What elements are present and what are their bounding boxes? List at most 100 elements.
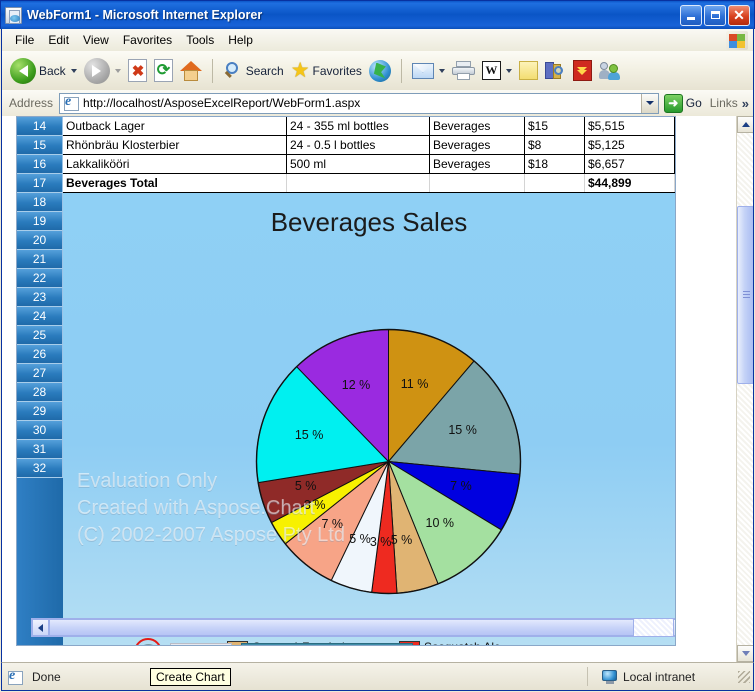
address-input[interactable]: http://localhost/AsposeExcelReport/WebFo… xyxy=(59,92,659,114)
refresh-button[interactable]: ⟳ xyxy=(151,54,176,88)
row-header[interactable]: 30 xyxy=(17,421,63,440)
pie-slice-label: 3 % xyxy=(369,535,392,550)
sheet-tab-products[interactable]: Products xyxy=(170,642,232,645)
table-cell[interactable]: 24 - 0.5 l bottles xyxy=(287,136,430,154)
table-cell[interactable]: Beverages xyxy=(430,117,525,135)
table-cell[interactable]: $5,125 xyxy=(585,136,675,154)
commit-check-icon[interactable]: ✓ xyxy=(67,644,80,646)
links-button[interactable]: Links xyxy=(710,96,738,110)
tooltip-create-chart: Create Chart xyxy=(150,668,231,686)
row-header[interactable]: 29 xyxy=(17,402,63,421)
ie-page-icon xyxy=(63,94,80,111)
menu-item-tools[interactable]: Tools xyxy=(179,31,221,49)
pie-slice-label: 7 % xyxy=(321,517,344,532)
row-header[interactable]: 18 xyxy=(17,193,63,212)
row-header[interactable]: 32 xyxy=(17,459,63,478)
vertical-scroll-thumb[interactable] xyxy=(737,206,753,384)
table-row[interactable]: Rhönbräu Klosterbier 24 - 0.5 l bottles Be… xyxy=(63,136,675,155)
scroll-down-button[interactable] xyxy=(737,645,753,662)
create-chart-button[interactable] xyxy=(134,638,163,645)
row-header[interactable]: 20 xyxy=(17,231,63,250)
toolbar-overflow-icon[interactable]: » xyxy=(742,96,749,111)
favorites-button[interactable]: ★ Favorites xyxy=(288,54,365,88)
table-row[interactable]: Beverages Total $44,899 xyxy=(63,174,675,193)
menu-item-help[interactable]: Help xyxy=(221,31,260,49)
table-cell[interactable]: $18 xyxy=(525,155,585,173)
chevron-down-icon[interactable] xyxy=(70,68,77,73)
save-icon[interactable] xyxy=(89,644,105,645)
row-header[interactable]: 25 xyxy=(17,326,63,345)
back-button[interactable]: Back xyxy=(7,54,80,88)
row-header[interactable]: 22 xyxy=(17,269,63,288)
notes-button[interactable] xyxy=(516,54,541,88)
table-cell[interactable]: $44,899 xyxy=(585,174,675,192)
table-cell[interactable]: $15 xyxy=(525,117,585,135)
sheet-tab-evaluation-copyright-warning[interactable]: Evaluation Copyright Warning xyxy=(240,642,414,645)
home-button[interactable] xyxy=(177,54,205,88)
stop-icon: ✖ xyxy=(127,59,147,82)
media-button[interactable] xyxy=(366,54,394,88)
row-header[interactable]: 26 xyxy=(17,345,63,364)
resize-grip[interactable] xyxy=(738,670,750,683)
row-header[interactable]: 24 xyxy=(17,307,63,326)
table-cell[interactable]: $8 xyxy=(525,136,585,154)
menu-item-favorites[interactable]: Favorites xyxy=(116,31,179,49)
row-header[interactable]: 19 xyxy=(17,212,63,231)
next-sheet-icon[interactable]: ▶ xyxy=(49,645,58,646)
sheet-horizontal-scrollbar[interactable] xyxy=(31,618,675,637)
table-cell[interactable]: $5,515 xyxy=(585,117,675,135)
undo-icon[interactable]: ↰ xyxy=(114,645,127,646)
download-manager-button[interactable] xyxy=(570,54,595,88)
table-row[interactable]: Lakkalikööri 500 ml Beverages $18 $6,657 xyxy=(63,155,675,174)
maximize-button[interactable] xyxy=(704,4,726,26)
minimize-button[interactable] xyxy=(680,4,702,26)
scroll-up-button[interactable] xyxy=(737,116,753,133)
word-chevron-down-icon[interactable] xyxy=(505,68,512,73)
table-cell[interactable] xyxy=(430,174,525,192)
row-header[interactable]: 17 xyxy=(17,174,63,193)
table-cell[interactable]: Lakkalikööri xyxy=(63,155,287,173)
table-cell[interactable]: Rhönbräu Klosterbier xyxy=(63,136,287,154)
table-cell[interactable]: 500 ml xyxy=(287,155,430,173)
research-button[interactable] xyxy=(542,54,569,88)
search-button[interactable]: Search xyxy=(220,54,287,88)
table-cell[interactable] xyxy=(525,174,585,192)
menu-item-file[interactable]: File xyxy=(8,31,41,49)
row-header[interactable]: 23 xyxy=(17,288,63,307)
prev-sheet-icon[interactable]: ◀ xyxy=(31,645,40,646)
mail-chevron-down-icon[interactable] xyxy=(438,68,445,73)
edit-in-word-button[interactable]: W xyxy=(479,54,515,88)
table-cell[interactable]: Beverages xyxy=(430,155,525,173)
table-cell[interactable]: $6,657 xyxy=(585,155,675,173)
horizontal-scroll-thumb[interactable] xyxy=(49,619,634,636)
row-header[interactable]: 28 xyxy=(17,383,63,402)
scroll-right-button[interactable] xyxy=(673,619,675,636)
toolbar-separator xyxy=(211,58,213,83)
table-row[interactable]: Outback Lager 24 - 355 ml bottles Beverage… xyxy=(63,117,675,136)
row-header[interactable]: 31 xyxy=(17,440,63,459)
table-cell[interactable] xyxy=(287,174,430,192)
print-button[interactable] xyxy=(449,54,478,88)
address-dropdown-button[interactable] xyxy=(640,93,658,113)
mail-button[interactable] xyxy=(409,54,448,88)
table-cell[interactable]: Outback Lager xyxy=(63,117,287,135)
close-button[interactable]: ✕ xyxy=(728,4,750,26)
page-vertical-scrollbar[interactable] xyxy=(736,116,753,662)
row-header[interactable]: 16 xyxy=(17,155,63,174)
menu-item-view[interactable]: View xyxy=(76,31,116,49)
pie-slice-label: 11 % xyxy=(400,376,429,391)
row-header[interactable]: 21 xyxy=(17,250,63,269)
stop-button[interactable]: ✖ xyxy=(125,54,150,88)
forward-button[interactable] xyxy=(81,54,124,88)
table-cell[interactable]: Beverages Total xyxy=(63,174,287,192)
home-icon xyxy=(179,60,202,81)
table-cell[interactable]: 24 - 355 ml bottles xyxy=(287,117,430,135)
row-header[interactable]: 27 xyxy=(17,364,63,383)
go-button[interactable]: ➜ Go xyxy=(663,93,702,113)
messenger-button[interactable] xyxy=(596,54,624,88)
menu-item-edit[interactable]: Edit xyxy=(41,31,76,49)
row-header[interactable]: 14 xyxy=(17,117,63,136)
table-cell[interactable]: Beverages xyxy=(430,136,525,154)
scroll-left-button[interactable] xyxy=(32,619,49,636)
row-header[interactable]: 15 xyxy=(17,136,63,155)
